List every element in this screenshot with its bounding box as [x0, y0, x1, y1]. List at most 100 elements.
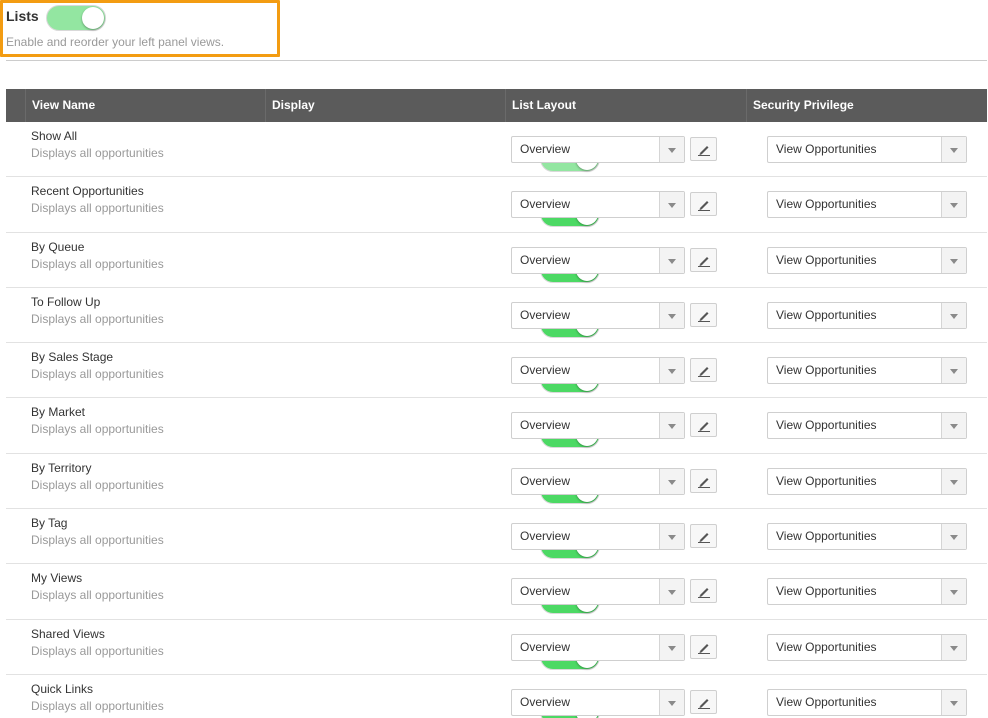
security-privilege-dropdown[interactable]: View Opportunities: [767, 136, 967, 163]
list-layout-value: Overview: [520, 694, 571, 709]
display-toggle[interactable]: [273, 466, 600, 504]
security-privilege-select[interactable]: View Opportunities: [767, 688, 967, 716]
list-layout-select[interactable]: Overview: [511, 467, 685, 495]
list-layout-dropdown[interactable]: Overview: [511, 191, 685, 219]
chevron-down-icon[interactable]: [659, 689, 684, 715]
list-layout-select[interactable]: Overview: [511, 357, 685, 385]
security-privilege-dropdown[interactable]: View Opportunities: [767, 191, 967, 219]
chevron-down-icon[interactable]: [941, 302, 966, 328]
edit-layout-button[interactable]: [690, 247, 717, 272]
view-description: Displays all opportunities: [31, 477, 164, 492]
edit-layout-button[interactable]: [690, 689, 717, 714]
list-layout-select[interactable]: Overview: [511, 633, 685, 661]
chevron-down-icon[interactable]: [941, 579, 966, 605]
security-privilege-dropdown[interactable]: View Opportunities: [767, 688, 967, 716]
list-layout-select[interactable]: Overview: [511, 688, 685, 716]
edit-layout-button[interactable]: [690, 413, 717, 438]
list-layout-dropdown[interactable]: Overview: [511, 523, 685, 551]
chevron-down-icon[interactable]: [659, 634, 684, 660]
display-toggle[interactable]: [273, 410, 600, 449]
security-privilege-select[interactable]: View Opportunities: [767, 191, 967, 219]
display-toggle[interactable]: [273, 521, 600, 560]
security-privilege-select[interactable]: View Opportunities: [767, 246, 967, 274]
list-layout-dropdown[interactable]: Overview: [511, 578, 685, 606]
list-layout-dropdown[interactable]: Overview: [511, 633, 685, 661]
security-privilege-dropdown[interactable]: View Opportunities: [767, 633, 967, 661]
security-privilege-dropdown[interactable]: View Opportunities: [767, 578, 967, 606]
security-privilege-dropdown[interactable]: View Opportunities: [767, 357, 967, 385]
list-layout-select[interactable]: Overview: [511, 136, 685, 163]
list-layout-dropdown[interactable]: Overview: [511, 301, 685, 329]
list-layout-value: Overview: [520, 197, 571, 212]
security-privilege-select[interactable]: View Opportunities: [767, 301, 967, 329]
lists-subtitle: Enable and reorder your left panel views…: [6, 35, 225, 49]
edit-layout-button[interactable]: [690, 358, 717, 383]
chevron-down-icon[interactable]: [659, 137, 684, 162]
lists-toggle-track[interactable]: [46, 5, 106, 31]
list-layout-select[interactable]: Overview: [511, 578, 685, 606]
edit-layout-button[interactable]: [690, 468, 717, 493]
list-layout-select[interactable]: Overview: [511, 301, 685, 329]
display-toggle[interactable]: [273, 632, 600, 670]
chevron-down-icon[interactable]: [941, 524, 966, 550]
chevron-down-icon[interactable]: [659, 579, 684, 605]
chevron-down-icon[interactable]: [941, 413, 966, 439]
list-layout-dropdown[interactable]: Overview: [511, 688, 685, 716]
security-privilege-select[interactable]: View Opportunities: [767, 578, 967, 606]
security-privilege-select[interactable]: View Opportunities: [767, 136, 967, 163]
security-privilege-select[interactable]: View Opportunities: [767, 357, 967, 385]
chevron-down-icon[interactable]: [941, 634, 966, 660]
list-layout-select[interactable]: Overview: [511, 523, 685, 551]
list-layout-value: Overview: [520, 363, 571, 378]
display-toggle[interactable]: [273, 687, 600, 718]
chevron-down-icon[interactable]: [941, 137, 966, 162]
display-toggle[interactable]: [273, 245, 600, 283]
list-layout-select[interactable]: Overview: [511, 412, 685, 440]
chevron-down-icon[interactable]: [659, 413, 684, 439]
security-privilege-select[interactable]: View Opportunities: [767, 523, 967, 551]
chevron-down-icon[interactable]: [659, 302, 684, 328]
views-table-body: Show All Displays all opportunities Over…: [6, 122, 987, 718]
display-toggle[interactable]: [273, 300, 600, 338]
display-toggle[interactable]: [273, 134, 600, 172]
security-privilege-select[interactable]: View Opportunities: [767, 467, 967, 495]
lists-toggle[interactable]: [46, 5, 106, 31]
chevron-down-icon[interactable]: [659, 192, 684, 218]
chevron-down-icon[interactable]: [659, 524, 684, 550]
security-privilege-dropdown[interactable]: View Opportunities: [767, 412, 967, 440]
edit-layout-button[interactable]: [690, 634, 717, 659]
list-layout-select[interactable]: Overview: [511, 246, 685, 274]
chevron-down-icon[interactable]: [659, 358, 684, 384]
list-layout-value: Overview: [520, 418, 571, 433]
edit-layout-button[interactable]: [690, 524, 717, 549]
security-privilege-select[interactable]: View Opportunities: [767, 412, 967, 440]
display-toggle[interactable]: [273, 355, 600, 394]
security-privilege-value: View Opportunities: [776, 694, 877, 709]
security-privilege-value: View Opportunities: [776, 197, 877, 212]
edit-layout-button[interactable]: [690, 579, 717, 604]
security-privilege-dropdown[interactable]: View Opportunities: [767, 467, 967, 495]
edit-layout-button[interactable]: [690, 137, 717, 161]
list-layout-dropdown[interactable]: Overview: [511, 467, 685, 495]
display-toggle[interactable]: [273, 189, 600, 228]
list-layout-dropdown[interactable]: Overview: [511, 246, 685, 274]
security-privilege-dropdown[interactable]: View Opportunities: [767, 523, 967, 551]
chevron-down-icon[interactable]: [941, 689, 966, 715]
list-layout-dropdown[interactable]: Overview: [511, 136, 685, 163]
security-privilege-dropdown[interactable]: View Opportunities: [767, 301, 967, 329]
edit-layout-button[interactable]: [690, 192, 717, 217]
list-layout-dropdown[interactable]: Overview: [511, 412, 685, 440]
chevron-down-icon[interactable]: [941, 247, 966, 273]
column-header-security-privilege: Security Privilege: [746, 89, 987, 122]
chevron-down-icon[interactable]: [659, 468, 684, 494]
edit-layout-button[interactable]: [690, 302, 717, 327]
security-privilege-dropdown[interactable]: View Opportunities: [767, 246, 967, 274]
chevron-down-icon[interactable]: [941, 468, 966, 494]
display-toggle[interactable]: [273, 576, 600, 615]
chevron-down-icon[interactable]: [941, 192, 966, 218]
chevron-down-icon[interactable]: [941, 358, 966, 384]
list-layout-dropdown[interactable]: Overview: [511, 357, 685, 385]
chevron-down-icon[interactable]: [659, 247, 684, 273]
security-privilege-select[interactable]: View Opportunities: [767, 633, 967, 661]
list-layout-select[interactable]: Overview: [511, 191, 685, 219]
